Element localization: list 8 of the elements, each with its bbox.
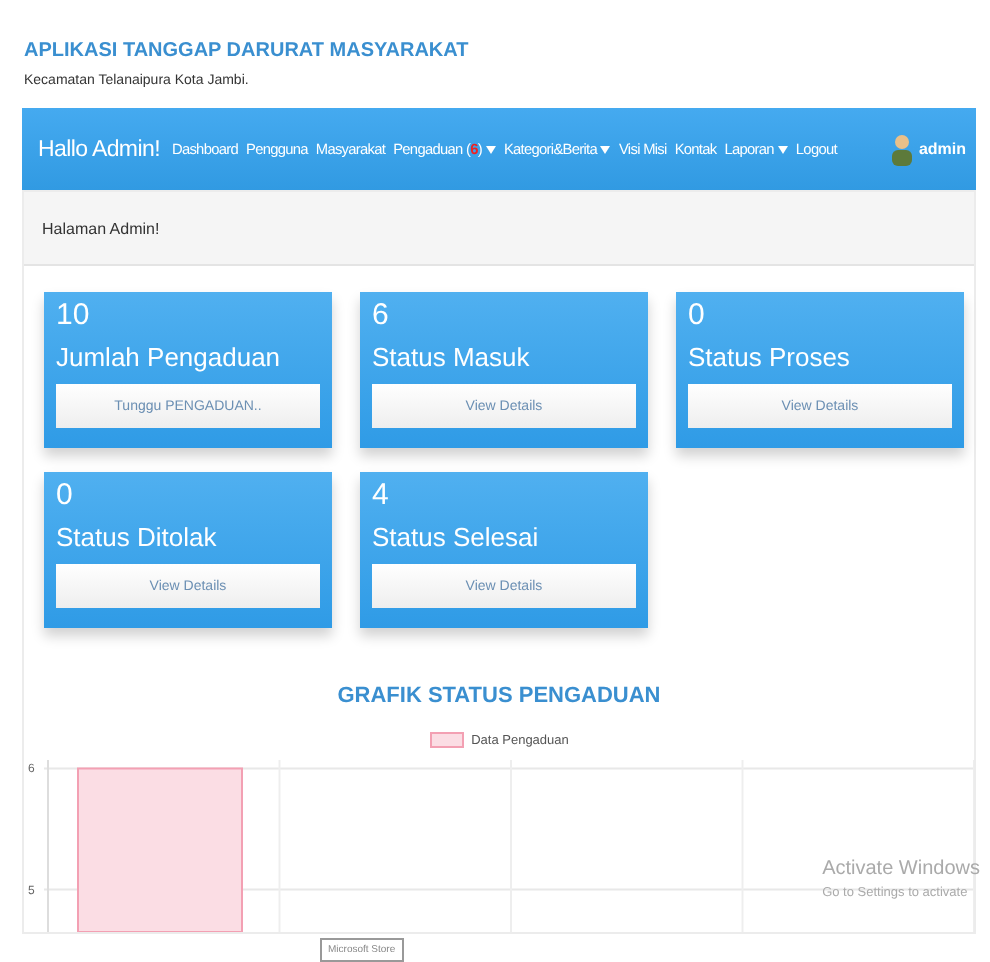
navbar-brand[interactable]: Hallo Admin! — [38, 137, 160, 161]
user-avatar-icon — [890, 133, 915, 165]
panel-heading: Halaman Admin! — [24, 192, 974, 266]
chart-title: GRAFIK STATUS PENGADUAN — [335, 684, 663, 708]
app-title: APLIKASI TANGGAP DARURAT MASYARAKAT — [24, 40, 471, 62]
user-menu[interactable]: admin — [890, 133, 966, 165]
legend-swatch — [429, 732, 464, 748]
activation-title: Activate Windows — [822, 858, 980, 880]
